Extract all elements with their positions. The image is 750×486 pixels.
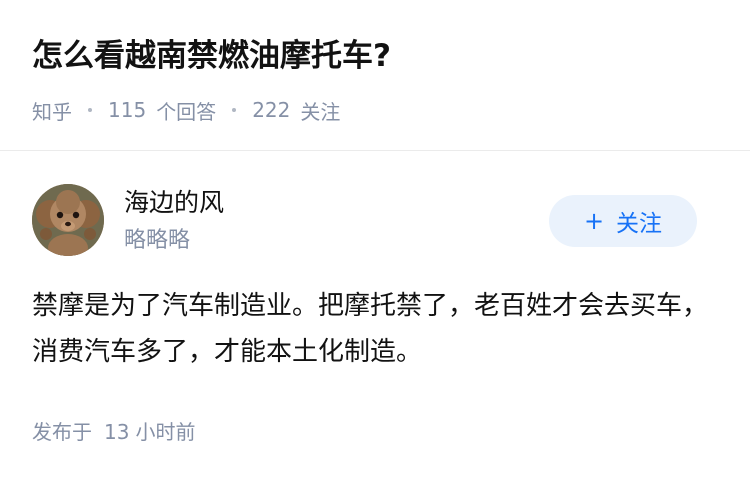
posted-prefix: 发布于 [32, 420, 92, 444]
answer-content[interactable]: 禁摩是为了汽车制造业。把摩托禁了，老百姓才会去买车，消费汽车多了，才能本土化制造… [32, 283, 718, 375]
answer-count-label: 个回答 [156, 99, 217, 124]
question-meta: 知乎 115 个回答 222 关注 [32, 94, 340, 126]
answer-meta: 发布于 13 小时前 [32, 417, 195, 447]
source-label[interactable]: 知乎 [32, 96, 72, 125]
question-title[interactable]: 怎么看越南禁燃油摩托车? [32, 34, 391, 78]
follower-count: 222 [252, 98, 291, 122]
separator-dot-icon [232, 108, 237, 112]
follower-count-label: 关注 [300, 99, 341, 124]
follow-button[interactable]: + 关注 [549, 195, 697, 247]
poodle-dog-avatar-icon [32, 184, 104, 256]
question-header: 怎么看越南禁燃油摩托车? 知乎 115 个回答 222 关注 [0, 0, 750, 151]
follow-button-label: 关注 [616, 211, 663, 237]
separator-dot-icon [88, 108, 92, 112]
author-bio: 略略略 [124, 228, 191, 253]
posted-time-number: 13 [104, 420, 130, 444]
plus-icon: + [583, 207, 605, 235]
posted-time-unit: 小时前 [135, 420, 196, 444]
answer-count: 115 [108, 98, 147, 122]
avatar[interactable] [32, 184, 104, 256]
author-name[interactable]: 海边的风 [124, 185, 224, 221]
